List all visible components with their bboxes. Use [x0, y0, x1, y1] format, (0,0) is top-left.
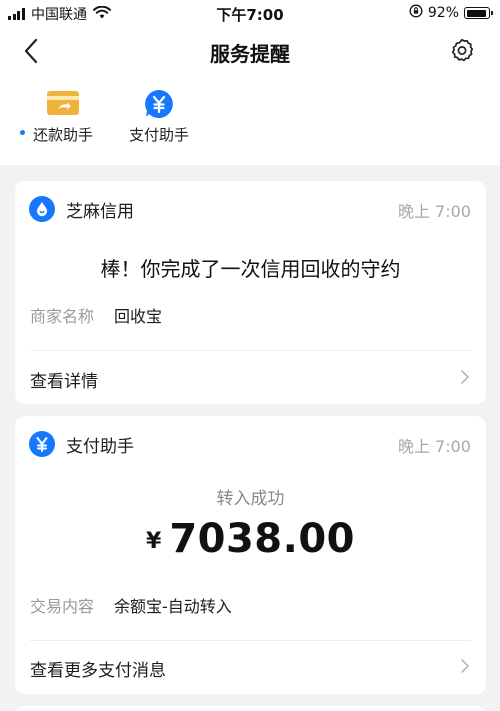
yuan-icon [29, 431, 55, 457]
yuan-chat-icon [143, 88, 175, 124]
message-card-partial [15, 706, 486, 711]
message-card: 芝麻信用 晚上 7:00 棒！你完成了一次信用回收的守约 商家名称 回收宝 查看… [15, 181, 486, 404]
chevron-right-icon [461, 659, 469, 673]
settings-button[interactable] [448, 37, 476, 65]
transaction-label: 交易内容 [30, 597, 95, 616]
tab-pay-label: 支付助手 [128, 126, 189, 144]
view-details-link[interactable]: 查看详情 [15, 351, 486, 404]
merchant-value: 回收宝 [114, 307, 163, 326]
battery-percent: 92% [427, 5, 459, 21]
tab-repay-helper[interactable]: 还款助手 [13, 86, 113, 148]
message-card: 支付助手 晚上 7:00 转入成功 ¥7038.00 交易内容 余额宝-自动转入… [15, 416, 486, 694]
zhima-credit-icon [29, 196, 55, 222]
transaction-value: 余额宝-自动转入 [114, 597, 232, 616]
nav-bar: 服务提醒 [0, 26, 500, 76]
amount-value: 7038.00 [169, 516, 355, 562]
tab-repay-label: 还款助手 [32, 126, 93, 144]
status-bar: 中国联通 下午7:00 92% [0, 0, 500, 26]
currency-symbol: ¥ [146, 529, 162, 554]
card-time: 晚上 7:00 [397, 437, 471, 456]
merchant-label: 商家名称 [30, 307, 95, 326]
orientation-lock-icon [409, 4, 423, 22]
card-time: 晚上 7:00 [397, 202, 471, 221]
transfer-status: 转入成功 [216, 489, 285, 509]
more-payment-messages-link[interactable]: 查看更多支付消息 [15, 641, 486, 694]
view-details-label: 查看详情 [30, 372, 98, 392]
tab-pay-helper[interactable]: 支付助手 [109, 86, 209, 148]
card-source-title: 支付助手 [66, 437, 134, 457]
page-title: 服务提醒 [210, 42, 290, 66]
status-right: 92% [409, 4, 493, 22]
card-repay-icon [46, 88, 80, 122]
gear-icon [451, 38, 474, 62]
card-source-title: 芝麻信用 [66, 202, 134, 222]
card-headline: 棒！你完成了一次信用回收的守约 [100, 257, 401, 281]
more-payment-messages-label: 查看更多支付消息 [30, 661, 166, 681]
battery-icon [464, 7, 493, 19]
chevron-right-icon [461, 370, 469, 384]
amount: ¥7038.00 [15, 516, 486, 562]
